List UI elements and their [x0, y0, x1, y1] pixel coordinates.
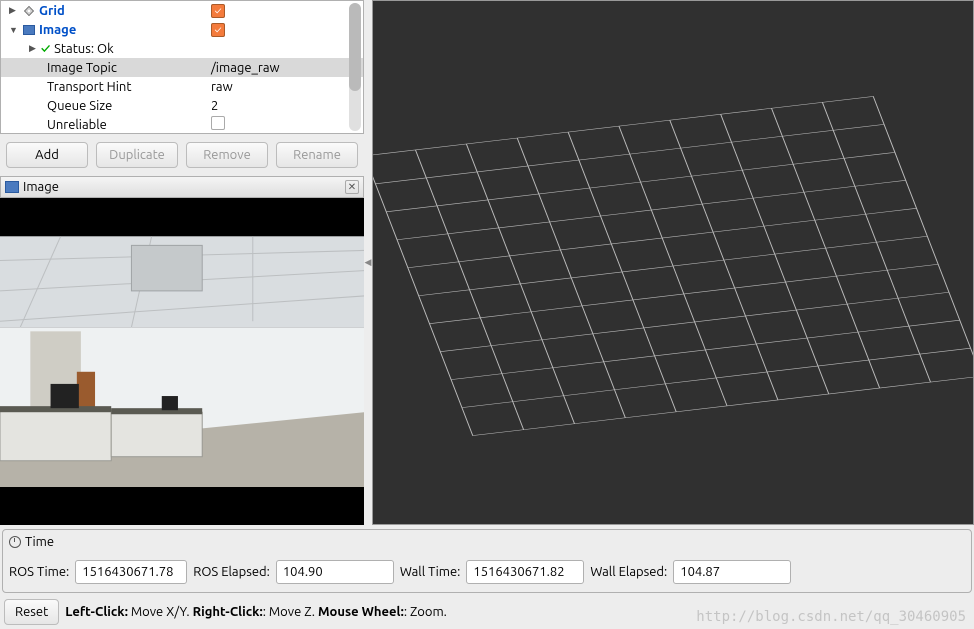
wall-time-value[interactable]: 1516430671.82	[466, 560, 584, 584]
prop-value[interactable]: raw	[211, 80, 363, 94]
collapse-icon[interactable]: ▼	[9, 25, 21, 35]
ros-time-value[interactable]: 1516430671.78	[75, 560, 187, 584]
time-panel: Time ROS Time: 1516430671.78 ROS Elapsed…	[2, 529, 972, 593]
expand-icon[interactable]: ▶	[9, 5, 21, 16]
tree-label: Image	[37, 23, 211, 37]
ros-elapsed-label: ROS Elapsed:	[193, 565, 270, 579]
prop-queue-size[interactable]: Queue Size 2	[1, 96, 363, 115]
prop-label: Queue Size	[45, 99, 211, 113]
rename-button[interactable]: Rename	[276, 142, 358, 168]
prop-transport-hint[interactable]: Transport Hint raw	[1, 77, 363, 96]
remove-button[interactable]: Remove	[186, 142, 268, 168]
ros-elapsed-value[interactable]: 104.90	[276, 560, 394, 584]
checkbox-image[interactable]: ✓	[211, 23, 225, 37]
image-icon	[21, 25, 37, 35]
wall-elapsed-value[interactable]: 104.87	[673, 560, 791, 584]
reset-button[interactable]: Reset	[4, 599, 59, 625]
prop-value[interactable]: 2	[211, 99, 363, 113]
clock-icon	[9, 536, 21, 548]
tree-item-grid[interactable]: ▶ Grid ✓	[1, 1, 363, 20]
time-title: Time	[25, 535, 54, 549]
image-icon	[5, 181, 19, 193]
tree-label: Grid	[37, 4, 211, 18]
display-properties[interactable]: ▶ Grid ✓ ▼ Image ✓ ▶ ✓ Status: Ok Imag	[0, 0, 364, 134]
prop-label: Unreliable	[45, 118, 211, 132]
add-button[interactable]: Add	[6, 142, 88, 168]
prop-value[interactable]: /image_raw	[211, 61, 363, 75]
expand-icon[interactable]: ▶	[29, 43, 41, 54]
panel-title: Image	[23, 180, 59, 194]
wall-elapsed-label: Wall Elapsed:	[590, 565, 667, 579]
prop-label: Image Topic	[45, 61, 211, 75]
duplicate-button[interactable]: Duplicate	[96, 142, 178, 168]
ros-time-label: ROS Time:	[9, 565, 69, 579]
grid-icon	[21, 6, 37, 16]
checkbox-grid[interactable]: ✓	[211, 4, 225, 18]
hint-text: Left-Click: Move X/Y. Right-Click:: Move…	[65, 605, 447, 619]
display-buttons: Add Duplicate Remove Rename	[0, 134, 364, 176]
image-view[interactable]	[0, 198, 364, 525]
status-ok-icon: ✓	[41, 42, 50, 56]
status-bar: Reset Left-Click: Move X/Y. Right-Click:…	[0, 595, 974, 629]
prop-label: Transport Hint	[45, 80, 211, 94]
wall-time-label: Wall Time:	[400, 565, 461, 579]
prop-image-topic[interactable]: Image Topic /image_raw	[1, 58, 363, 77]
prop-unreliable[interactable]: Unreliable	[1, 115, 363, 134]
checkbox-unreliable[interactable]	[211, 116, 225, 130]
status-label: Status: Ok	[50, 42, 211, 56]
scrollbar[interactable]	[349, 3, 361, 131]
3d-viewport[interactable]	[372, 0, 974, 525]
tree-item-image[interactable]: ▼ Image ✓	[1, 20, 363, 39]
close-icon[interactable]: ✕	[345, 180, 359, 194]
tree-item-status[interactable]: ▶ ✓ Status: Ok	[1, 39, 363, 58]
image-panel-header[interactable]: Image ✕	[0, 176, 364, 198]
collapse-handle[interactable]: ◀	[364, 0, 372, 525]
